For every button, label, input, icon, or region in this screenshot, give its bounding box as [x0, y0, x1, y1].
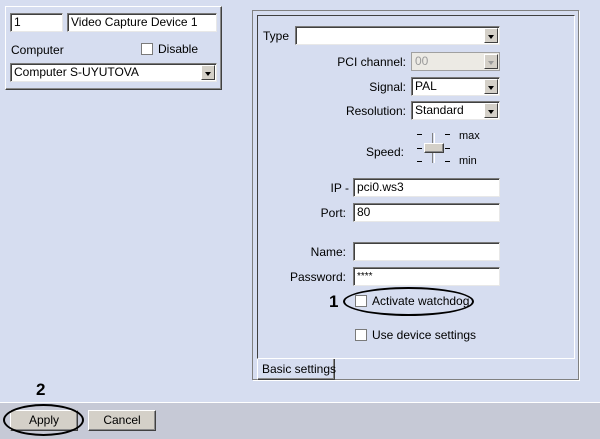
- resolution-label: Resolution:: [345, 104, 406, 118]
- chevron-down-icon: [484, 54, 498, 69]
- cancel-button[interactable]: Cancel: [88, 410, 156, 431]
- type-value: [296, 27, 499, 29]
- type-label: Type: [263, 29, 290, 43]
- tick-top-r: [445, 134, 450, 135]
- signal-dropdown[interactable]: PAL: [411, 77, 500, 96]
- chevron-down-icon[interactable]: [484, 79, 498, 94]
- resolution-dropdown[interactable]: Standard: [411, 101, 500, 120]
- tick-top: [417, 134, 422, 135]
- password-label: Password:: [289, 270, 346, 284]
- ip-field[interactable]: pci0.ws3: [353, 178, 500, 197]
- password-field[interactable]: ****: [353, 267, 500, 286]
- tab-basic-settings-label: Basic settings: [262, 362, 337, 376]
- speed-min-label: min: [459, 155, 477, 167]
- slider-thumb[interactable]: [424, 143, 444, 153]
- name-label: Name:: [310, 245, 346, 259]
- device-settings-label: Use device settings: [372, 328, 477, 342]
- port-label: Port:: [320, 206, 346, 220]
- tick-mid: [417, 148, 422, 149]
- signal-label: Signal:: [369, 80, 406, 94]
- disable-label: Disable: [158, 42, 199, 56]
- chevron-down-icon[interactable]: [484, 28, 498, 43]
- device-name-field[interactable]: Video Capture Device 1: [67, 13, 217, 32]
- speed-slider[interactable]: [415, 129, 455, 167]
- tick-mid-r: [445, 148, 450, 149]
- tick-bottom: [417, 161, 422, 162]
- chevron-down-icon[interactable]: [484, 103, 498, 118]
- callout-1: 1: [329, 292, 339, 311]
- computer-label: Computer: [11, 43, 64, 57]
- disable-checkbox[interactable]: [141, 43, 153, 55]
- callout-oval-2: [3, 404, 84, 436]
- computer-dropdown[interactable]: Computer S-UYUTOVA: [10, 63, 217, 82]
- ip-label: IP -: [330, 181, 349, 195]
- type-dropdown[interactable]: [295, 26, 500, 45]
- port-field[interactable]: 80: [353, 203, 500, 222]
- device-id-field[interactable]: 1: [10, 13, 63, 32]
- pci-channel-dropdown[interactable]: 00: [411, 52, 500, 71]
- tab-basic-settings[interactable]: Basic settings: [257, 359, 337, 380]
- watchdog-label: Activate watchdog: [372, 294, 470, 308]
- callout-2: 2: [36, 380, 46, 399]
- computer-dropdown-value: Computer S-UYUTOVA: [14, 65, 139, 79]
- tick-bottom-r: [445, 161, 450, 162]
- chevron-down-icon[interactable]: [201, 65, 215, 80]
- pci-channel-label: PCI channel:: [337, 55, 406, 69]
- watchdog-checkbox[interactable]: [355, 295, 367, 307]
- name-field[interactable]: [353, 242, 500, 261]
- device-settings-checkbox[interactable]: [355, 329, 367, 341]
- speed-label: Speed:: [365, 145, 404, 159]
- speed-max-label: max: [459, 130, 480, 142]
